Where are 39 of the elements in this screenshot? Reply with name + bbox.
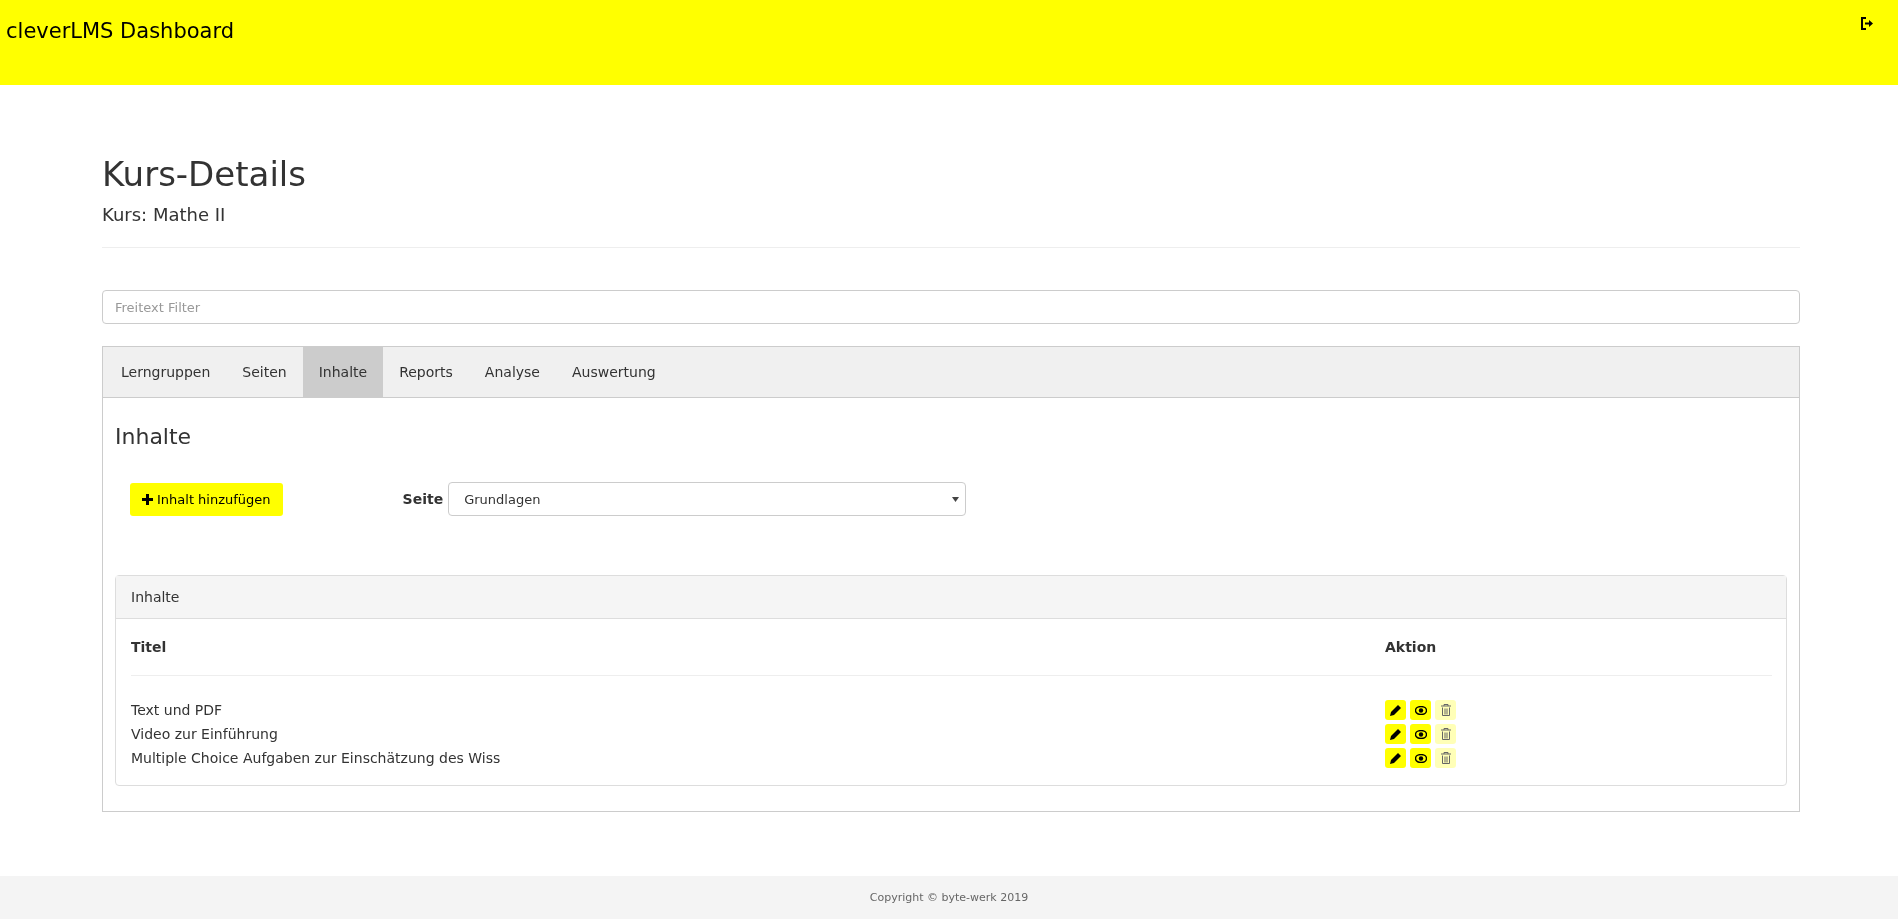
add-content-button[interactable]: Inhalt hinzufügen <box>130 482 283 516</box>
pencil-icon <box>1390 704 1401 716</box>
logout-icon[interactable] <box>1860 17 1874 30</box>
view-button[interactable] <box>1410 748 1431 768</box>
page-label: Seite <box>402 491 444 507</box>
trash-icon <box>1440 752 1451 764</box>
tab[interactable]: Auswertung <box>556 347 672 397</box>
tab[interactable]: Seiten <box>226 347 303 397</box>
table-cell-text: Multiple Choice Aufgaben zur Einschätzung des Wiss <box>131 750 502 766</box>
plus-icon <box>142 493 153 505</box>
table-cell-text: Video zur Einführung <box>131 726 279 742</box>
section-title: Inhalte <box>115 424 193 449</box>
page-subtitle: Kurs: Mathe II <box>102 204 227 225</box>
trash-icon <box>1440 728 1451 740</box>
eye-icon <box>1414 705 1427 715</box>
edit-button[interactable] <box>1385 724 1406 744</box>
view-button[interactable] <box>1410 700 1431 720</box>
copyright-text: Copyright © byte-werk 2019 <box>869 891 1029 904</box>
page-select[interactable]: Grundlagen <box>448 482 967 516</box>
trash-icon <box>1440 704 1451 716</box>
panel-heading: Inhalte <box>116 576 1786 619</box>
tab[interactable]: Inhalte <box>302 347 384 397</box>
column-header: Titel <box>131 639 168 655</box>
pencil-icon <box>1390 728 1401 740</box>
eye-icon <box>1414 729 1427 739</box>
page-title: Kurs-Details <box>102 154 307 194</box>
filter-field[interactable]: Freitext Filter <box>102 290 1800 324</box>
brand-title[interactable]: cleverLMS Dashboard <box>6 19 235 43</box>
pencil-icon <box>1390 752 1401 764</box>
table-cell-text: Text und PDF <box>131 702 224 718</box>
tab[interactable]: Analyse <box>468 347 556 397</box>
column-header: Aktion <box>1385 639 1437 655</box>
tab[interactable]: Lerngruppen <box>105 347 227 397</box>
caret-icon <box>952 496 960 502</box>
eye-icon <box>1414 753 1427 763</box>
edit-button[interactable] <box>1385 700 1406 720</box>
tab[interactable]: Reports <box>383 347 469 397</box>
edit-button[interactable] <box>1385 748 1406 768</box>
view-button[interactable] <box>1410 724 1431 744</box>
